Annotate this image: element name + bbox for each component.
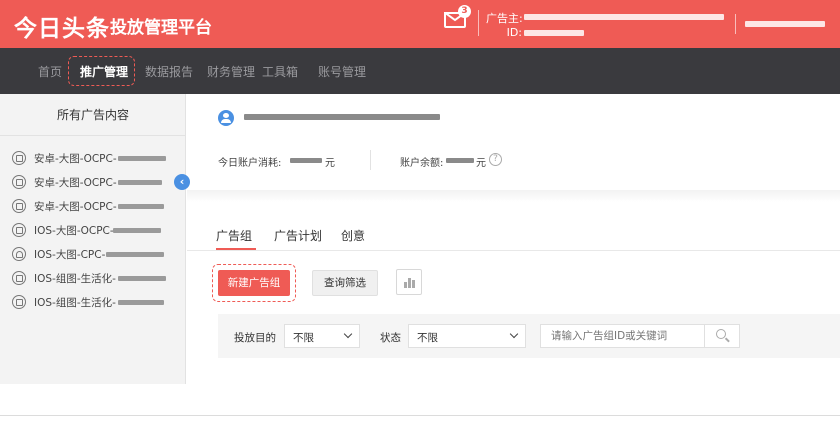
top-header: 今日头条 投放管理平台 3 广告主: ID: <box>0 0 840 48</box>
redacted-advertiser-name <box>524 14 724 20</box>
divider <box>478 10 479 36</box>
notification-badge: 3 <box>458 5 471 18</box>
purpose-select-value: 不限 <box>293 332 314 344</box>
sidebar-item[interactable]: 安卓-大图-OCPC- <box>0 170 186 194</box>
purpose-select[interactable]: 不限 <box>284 324 360 348</box>
ad-icon <box>12 175 26 189</box>
advertiser-label: 广告主: <box>486 12 523 25</box>
ad-icon <box>12 199 26 213</box>
sidebar-item-label: 安卓-大图-OCPC- <box>34 201 117 213</box>
redacted-balance <box>446 158 474 163</box>
redacted-account-name[interactable] <box>745 21 825 27</box>
today-spend-label: 今日账户消耗: <box>218 158 282 169</box>
nav-item-reports[interactable]: 数据报告 <box>145 63 193 80</box>
nav-item-account[interactable]: 账号管理 <box>318 63 366 80</box>
sidebar-item[interactable]: 安卓-大图-OCPC- <box>0 194 186 218</box>
account-icon <box>218 110 234 126</box>
nav-item-home[interactable]: 首页 <box>38 63 62 80</box>
redacted-text <box>118 204 164 209</box>
redacted-text <box>118 156 166 161</box>
redacted-text <box>118 180 162 185</box>
sidebar-item[interactable]: 安卓-大图-OCPC- <box>0 146 186 170</box>
ad-icon <box>12 271 26 285</box>
redacted-today-spend <box>290 158 322 163</box>
tab-ad-group[interactable]: 广告组 <box>216 227 252 244</box>
purpose-label: 投放目的 <box>234 332 276 344</box>
chevron-down-icon <box>343 329 353 339</box>
redacted-text <box>118 300 164 305</box>
balance-unit: 元 <box>476 158 486 169</box>
platform-name: 投放管理平台 <box>110 18 212 38</box>
page-divider <box>0 415 840 416</box>
status-label: 状态 <box>380 332 401 344</box>
filter-bar: 投放目的 不限 状态 不限 <box>218 314 840 358</box>
sidebar-item[interactable]: IOS-大图-OCPC- <box>0 218 186 242</box>
tab-ad-plan[interactable]: 广告计划 <box>274 227 322 244</box>
divider <box>735 14 736 34</box>
query-filter-button[interactable]: 查询筛选 <box>312 270 378 296</box>
search-icon <box>716 329 726 339</box>
redacted-text <box>106 252 164 257</box>
ad-icon <box>12 295 26 309</box>
sidebar-item[interactable]: IOS-组图-生活化- <box>0 290 186 314</box>
sidebar-item-label: IOS-组图-生活化- <box>34 273 116 285</box>
nav-item-promotion[interactable]: 推广管理 <box>80 63 128 80</box>
sidebar-item-label: 安卓-大图-OCPC- <box>34 153 117 165</box>
redacted-text <box>113 228 161 233</box>
sidebar-item-label: IOS-大图-CPC- <box>34 249 106 261</box>
logo[interactable]: 今日头条 <box>14 9 110 43</box>
lock-icon <box>12 247 26 261</box>
chart-icon[interactable] <box>396 269 422 295</box>
divider <box>370 150 371 170</box>
section-divider <box>187 190 840 202</box>
status-select-value: 不限 <box>417 332 438 344</box>
main-nav: 首页 推广管理 数据报告 财务管理 工具箱 账号管理 <box>0 48 840 94</box>
tab-creative[interactable]: 创意 <box>341 227 365 244</box>
nav-item-toolbox[interactable]: 工具箱 <box>262 63 298 80</box>
balance-label: 账户余额: <box>400 158 444 169</box>
redacted-advertiser-id <box>524 30 584 36</box>
collapse-sidebar-button[interactable]: ‹ <box>174 174 190 190</box>
ad-icon <box>12 151 26 165</box>
sidebar-item[interactable]: IOS-组图-生活化- <box>0 266 186 290</box>
sidebar-item-label: IOS-大图-OCPC- <box>34 225 114 237</box>
sidebar-item-label: 安卓-大图-OCPC- <box>34 177 117 189</box>
sidebar-item-label: IOS-组图-生活化- <box>34 297 116 309</box>
advertiser-id-label: ID: <box>506 26 522 39</box>
status-select[interactable]: 不限 <box>408 324 526 348</box>
sidebar: 所有广告内容 安卓-大图-OCPC- 安卓-大图-OCPC- 安卓-大图-OCP… <box>0 94 190 384</box>
search-button[interactable] <box>704 325 738 347</box>
sidebar-title[interactable]: 所有广告内容 <box>0 94 186 136</box>
help-icon[interactable]: ? <box>489 153 502 166</box>
redacted-account-name <box>244 114 440 120</box>
tabs-divider <box>187 250 840 251</box>
nav-item-finance[interactable]: 财务管理 <box>207 63 255 80</box>
today-spend-unit: 元 <box>325 158 335 169</box>
sidebar-item[interactable]: IOS-大图-CPC- <box>0 242 186 266</box>
redacted-text <box>118 276 166 281</box>
chevron-down-icon <box>509 329 519 339</box>
ad-icon <box>12 223 26 237</box>
new-ad-group-button[interactable]: 新建广告组 <box>218 270 290 296</box>
